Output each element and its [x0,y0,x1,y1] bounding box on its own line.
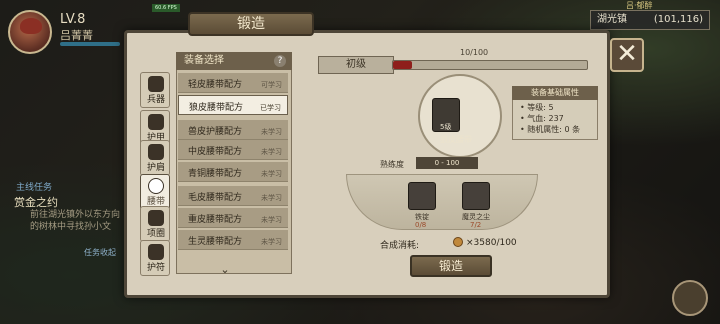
recipe-status: 未学习 [261,170,282,178]
item-slot [418,74,502,158]
quest-section-title: 主线任务 [16,183,53,193]
close-button[interactable]: ✕ [610,38,644,72]
cost-label: 合成消耗: [380,241,420,251]
recipe-status: 未学习 [261,194,282,202]
item-name: 狼皮腰带 [440,135,472,144]
recipe-status: 未学习 [261,238,282,246]
belt-icon [148,178,164,194]
proficiency-label: 熟练度 [380,160,404,169]
recipe-status: 可学习 [261,81,282,89]
iron-ingot-icon[interactable] [408,182,436,210]
recipe-name: 青铜腰带配方 [188,169,243,179]
chevron-down-icon[interactable]: ⌄ [219,263,231,276]
tab-weapon[interactable]: 兵器 [140,72,170,108]
magic-dust-icon[interactable] [462,182,490,210]
collar-icon [148,210,164,226]
player-level: LV.8 [60,12,86,27]
recipe-name: 轻皮腰带配方 [188,80,243,90]
recipe-row[interactable]: 中皮腰带配方 未学习 [178,140,288,160]
recipe-row[interactable]: 重皮腰带配方 未学习 [178,208,288,228]
tab-belt[interactable]: 腰带 [140,174,170,210]
recipe-name: 重皮腰带配方 [188,215,243,225]
attribute-title: 装备基础属性 [512,86,598,100]
material-count: 7/2 [470,221,482,229]
coin-icon [453,237,463,247]
shoulder-icon [148,144,164,160]
player-avatar[interactable] [8,10,52,54]
armor-icon [148,114,164,130]
recipe-name: 生灵腰带配方 [188,237,243,247]
grade-label: 初级 [318,56,394,74]
recipe-name: 兽皮护腰配方 [188,127,243,137]
location-coord: (101,116) [653,14,703,25]
menu-shortcut-button[interactable] [672,280,708,316]
recipe-name: 毛皮腰带配方 [188,193,243,203]
recipe-name: 狼皮腰带配方 [189,103,244,113]
proficiency-value: 0 - 100 [416,157,478,169]
quest-description: 前往湖光镇外以东方向的树林中寻找孙小文 [30,210,121,232]
recipe-status: 未学习 [261,216,282,224]
recipe-row[interactable]: 狼皮腰带配方 已学习 [178,95,288,115]
tab-shoulder[interactable]: 护肩 [140,140,170,176]
recipe-status: 未学习 [261,128,282,136]
fps-badge: 60.6 FPS [152,4,180,12]
item-level-badge: 5级 [440,123,452,131]
recipe-status: 未学习 [261,148,282,156]
material-count: 0/8 [415,221,427,229]
recipe-name: 中皮腰带配方 [188,147,243,157]
grade-progress-text: 10/100 [460,48,489,57]
help-icon[interactable]: ? [274,55,286,67]
player-hp-bar [60,42,120,46]
tab-collar[interactable]: 项圈 [140,206,170,242]
anvil-area [346,174,538,230]
forge-button[interactable]: 锻造 [410,255,492,277]
modal-title: 锻造 [188,12,314,36]
recipe-row[interactable]: 兽皮护腰配方 未学习 [178,120,288,140]
recipe-row[interactable]: 生灵腰带配方 未学习 [178,230,288,250]
quest-name[interactable]: 赏金之约 [14,194,58,210]
quest-collapse-link[interactable]: 任务收起 [84,247,116,258]
recipe-row[interactable]: 青铜腰带配方 未学习 [178,162,288,182]
attribute-line: • 随机属性: 0 条 [520,125,581,134]
grade-progress-fill [393,61,413,69]
recipe-row[interactable]: 毛皮腰带配方 未学习 [178,186,288,206]
grade-progress-bar [392,60,588,70]
recipe-row[interactable]: 轻皮腰带配方 可学习 [178,73,288,93]
tab-amulet[interactable]: 护符 [140,240,170,276]
recipe-status: 已学习 [260,104,281,112]
cost-value: ×3580/100 [466,238,517,248]
attribute-line: • 等级: 5 [520,103,554,112]
attribute-line: • 气血: 237 [520,114,564,123]
location-name: 湖光镇 [597,14,627,25]
amulet-icon [148,244,164,260]
sword-icon [148,76,164,92]
location-panel[interactable]: 湖光镇 (101,116) [590,10,710,30]
player-name: 吕菁菁 [60,29,93,42]
